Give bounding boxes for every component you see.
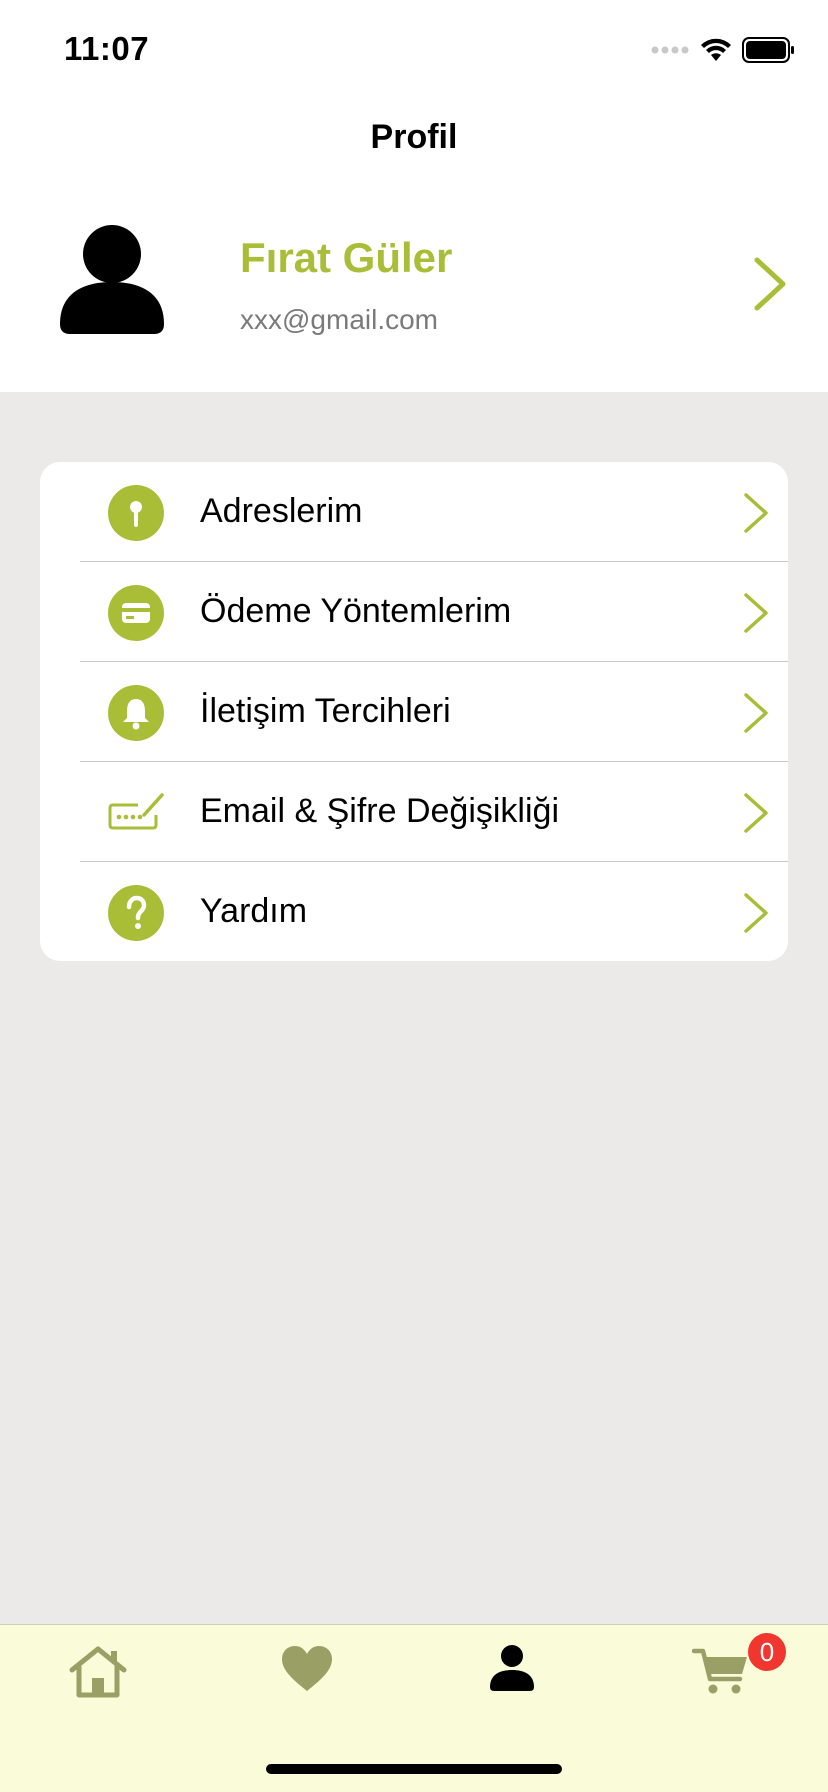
- menu-item-communication-preferences[interactable]: İletişim Tercihleri: [40, 662, 788, 762]
- status-bar: 11:07: [0, 0, 828, 100]
- menu-item-help[interactable]: Yardım: [40, 862, 788, 961]
- chevron-right-icon[interactable]: [752, 256, 788, 312]
- signal-icon: [651, 46, 689, 54]
- battery-icon: [742, 37, 794, 63]
- status-time: 11:07: [64, 30, 150, 67]
- cart-icon: [692, 1648, 747, 1694]
- menu-item-label: İletişim Tercihleri: [200, 692, 451, 730]
- cart-count-badge: 0: [748, 1633, 786, 1671]
- home-icon: [69, 1646, 127, 1698]
- tab-profile[interactable]: [490, 1645, 560, 1705]
- location-pin-icon: [108, 485, 164, 541]
- profile-email: xxx@gmail.com: [240, 304, 439, 335]
- chevron-right-icon: [744, 793, 768, 833]
- profile-menu: Adreslerim Ödeme Yöntemlerim İletişim Te…: [40, 462, 788, 961]
- menu-item-label: Email & Şifre Değişikliği: [200, 792, 559, 830]
- menu-item-addresses[interactable]: Adreslerim: [40, 462, 788, 562]
- avatar-icon: [60, 225, 164, 334]
- menu-item-label: Yardım: [200, 892, 308, 930]
- chevron-right-icon: [744, 493, 768, 533]
- menu-item-email-password[interactable]: Email & Şifre Değişikliği: [40, 762, 788, 862]
- chevron-right-icon: [744, 593, 768, 633]
- bell-icon: [108, 685, 164, 741]
- chevron-right-icon: [744, 893, 768, 933]
- tab-cart[interactable]: 0: [692, 1633, 786, 1705]
- tab-favorites[interactable]: [280, 1645, 350, 1705]
- wifi-icon: [701, 38, 731, 61]
- help-icon: [108, 885, 164, 941]
- tab-home[interactable]: [68, 1645, 138, 1705]
- profile-icon: [490, 1645, 534, 1691]
- profile-name: Fırat Güler: [240, 234, 453, 281]
- chevron-right-icon: [744, 693, 768, 733]
- status-icons: [650, 34, 796, 66]
- heart-icon: [282, 1646, 332, 1691]
- credit-card-icon: [108, 585, 164, 641]
- page-title: Profil: [370, 118, 458, 156]
- password-edit-icon: [108, 793, 164, 830]
- menu-item-label: Ödeme Yöntemlerim: [200, 592, 512, 630]
- home-indicator[interactable]: [266, 1764, 562, 1774]
- profile-header[interactable]: Fırat Güler xxx@gmail.com: [0, 200, 828, 360]
- menu-item-label: Adreslerim: [200, 492, 363, 530]
- menu-item-payment-methods[interactable]: Ödeme Yöntemlerim: [40, 562, 788, 662]
